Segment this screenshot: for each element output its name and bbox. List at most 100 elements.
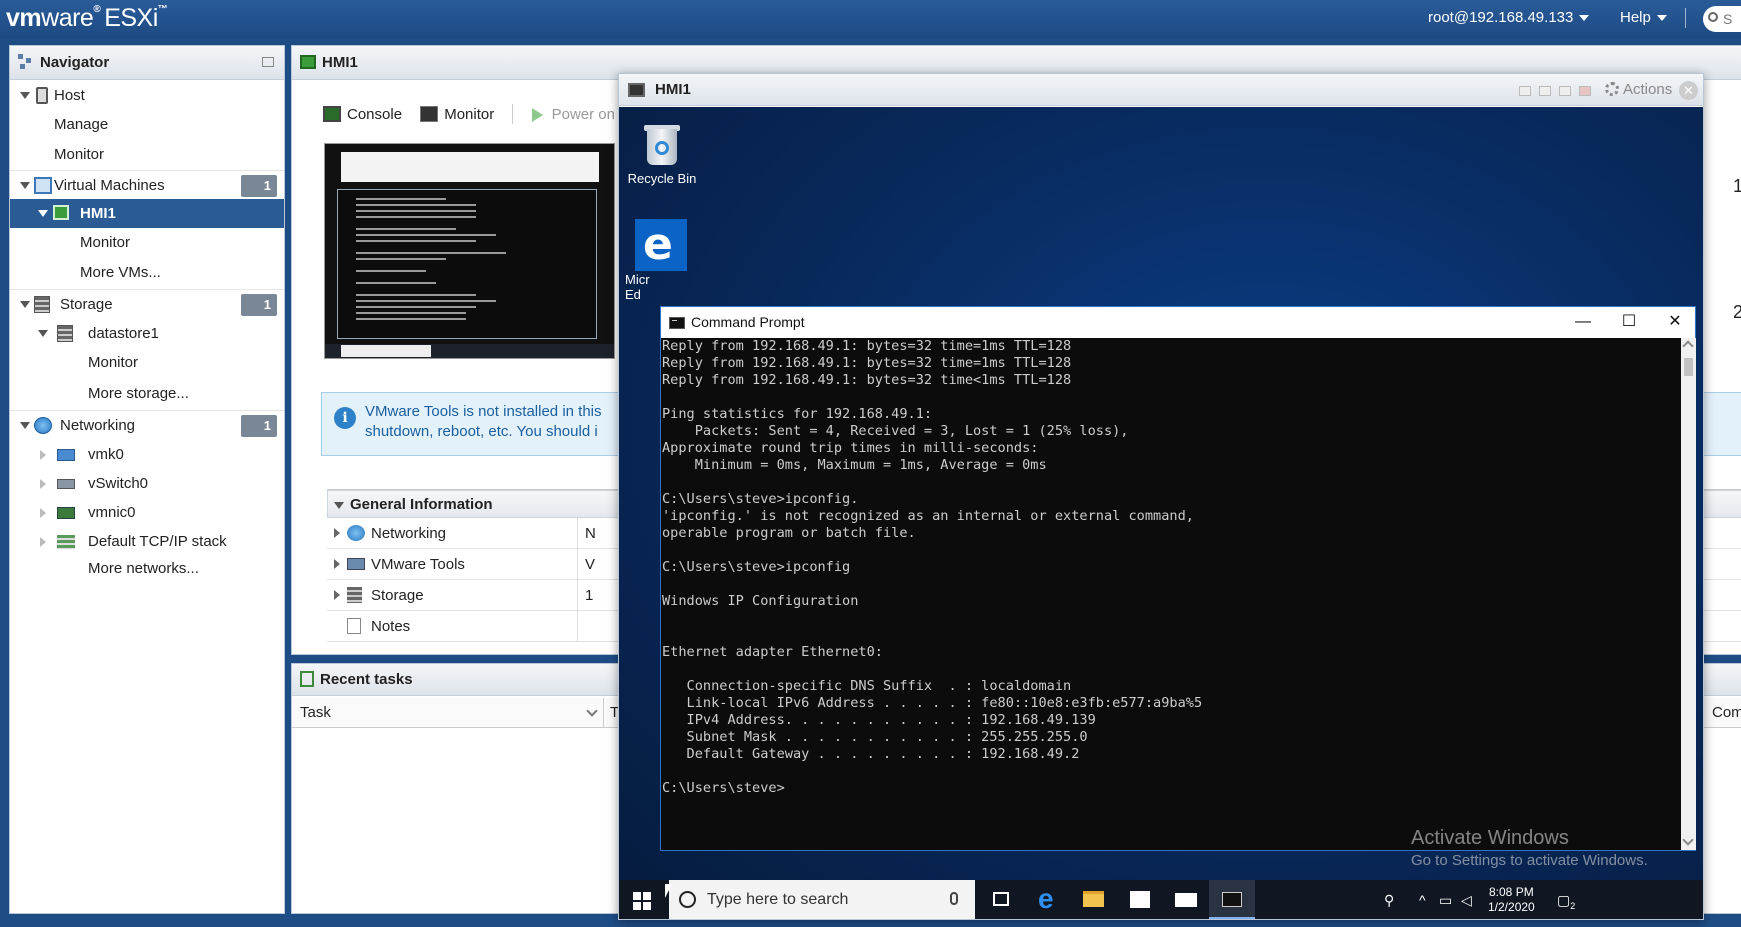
power-on-button[interactable]: Power on <box>531 106 615 123</box>
nav-host-manage[interactable]: Manage <box>10 110 284 139</box>
cmd-titlebar[interactable]: Command Prompt — ☐ ✕ <box>661 307 1695 338</box>
tcpip-stack-icon <box>57 535 75 549</box>
keyboard-layout-icon[interactable] <box>1579 86 1591 96</box>
nav-vswitch0[interactable]: vSwitch0 <box>10 469 284 498</box>
nav-vm-hmi1[interactable]: HMI1 <box>10 199 284 228</box>
navigator-header: Navigator <box>10 46 284 80</box>
chevron-down-icon <box>1579 15 1590 22</box>
actions-menu[interactable]: Actions <box>1605 74 1672 106</box>
scroll-up-icon[interactable] <box>1682 340 1694 352</box>
edge-shortcut-icon[interactable]: e <box>635 219 687 271</box>
scroll-thumb[interactable] <box>1684 358 1693 376</box>
microphone-icon[interactable] <box>950 892 958 905</box>
vm-icon <box>34 177 52 194</box>
scroll-down-icon[interactable] <box>1682 834 1694 846</box>
nav-datastore-monitor[interactable]: Monitor <box>10 348 284 377</box>
windows-start-icon[interactable] <box>633 892 651 910</box>
nav-more-networks[interactable]: More networks... <box>10 554 284 583</box>
switch-icon <box>57 479 75 489</box>
nav-vmnic0[interactable]: vmnic0 <box>10 498 284 527</box>
console-titlebar[interactable]: HMI1 Actions ✕ <box>619 74 1703 106</box>
nav-vm-monitor[interactable]: Monitor <box>10 228 284 257</box>
thumbnail-cmd <box>337 189 597 339</box>
collapse-icon[interactable] <box>262 57 274 67</box>
nav-networking[interactable]: Networking 1 <box>10 410 284 439</box>
fit-window-icon[interactable] <box>1519 86 1531 96</box>
nav-host[interactable]: Host <box>10 81 284 110</box>
nav-host-monitor[interactable]: Monitor <box>10 140 284 169</box>
storage-icon <box>34 296 50 313</box>
help-menu[interactable]: Help <box>1620 9 1667 26</box>
expand-icon[interactable] <box>20 422 30 429</box>
people-icon[interactable]: ⚲ <box>1384 892 1394 909</box>
recycle-bin-shortcut[interactable]: Recycle Bin <box>619 115 705 187</box>
toolbar-divider <box>512 104 514 124</box>
network-icon[interactable]: ▭ <box>1439 892 1452 909</box>
expand-icon[interactable] <box>40 479 46 489</box>
search-icon <box>679 891 696 908</box>
nav-vmk0[interactable]: vmk0 <box>10 440 284 469</box>
networking-count-badge: 1 <box>241 415 277 437</box>
search-icon <box>1708 12 1718 22</box>
tasks-icon <box>300 671 314 687</box>
vmkernel-nic-icon <box>57 449 75 461</box>
search-input[interactable]: S <box>1703 6 1741 32</box>
chevron-down-icon[interactable] <box>586 705 598 717</box>
monitor-button[interactable]: Monitor <box>420 105 494 123</box>
column-task[interactable]: Task <box>300 704 331 721</box>
file-explorer-icon[interactable] <box>1071 880 1117 919</box>
nav-more-storage[interactable]: More storage... <box>10 379 284 408</box>
restore-icon[interactable] <box>1539 86 1551 96</box>
maximize-button[interactable]: ☐ <box>1606 307 1652 338</box>
store-icon[interactable] <box>1117 880 1163 919</box>
vm-console-window: HMI1 Actions ✕ Recycle Bin e Micr Ed Com… <box>618 73 1704 920</box>
chevron-up-icon[interactable]: ^ <box>1419 892 1426 908</box>
vm-toolbar: Console Monitor Power on <box>323 104 629 124</box>
collapse-icon[interactable] <box>334 502 344 509</box>
expand-icon[interactable] <box>40 450 46 460</box>
edge-browser-icon[interactable]: e <box>1025 880 1071 919</box>
expand-icon[interactable] <box>40 508 46 518</box>
expand-icon[interactable] <box>38 210 48 217</box>
vmware-esxi-logo: vmware® ESXi™ <box>6 4 168 32</box>
expand-icon[interactable] <box>20 182 30 189</box>
console-icon <box>628 83 645 97</box>
nav-more-vms[interactable]: More VMs... <box>10 258 284 287</box>
minimize-button[interactable]: — <box>1560 307 1606 338</box>
navigator-icon <box>18 54 34 70</box>
task-view-icon[interactable] <box>979 880 1025 919</box>
expand-icon[interactable] <box>40 537 46 547</box>
storage-icon <box>347 587 362 603</box>
volume-muted-icon[interactable]: ◁ <box>1461 892 1472 909</box>
console-button[interactable]: Console <box>323 105 402 123</box>
nav-tcpip-stack[interactable]: Default TCP/IP stack <box>10 527 284 556</box>
nav-datastore1[interactable]: datastore1 <box>10 319 284 348</box>
expand-icon[interactable] <box>334 590 340 600</box>
nav-storage[interactable]: Storage 1 <box>10 289 284 318</box>
column-completed[interactable]: Com <box>1712 698 1741 728</box>
nav-virtual-machines[interactable]: Virtual Machines 1 <box>10 170 284 199</box>
expand-icon[interactable] <box>334 559 340 569</box>
taskbar-search-input[interactable]: Type here to search <box>669 880 975 919</box>
expand-icon[interactable] <box>20 92 30 99</box>
mail-icon[interactable] <box>1163 880 1209 919</box>
edge-value: 2 <box>1733 302 1741 322</box>
console-icon <box>323 105 341 122</box>
command-prompt-taskbar-icon[interactable] <box>1209 880 1255 919</box>
cmd-output[interactable]: Reply from 192.168.49.1: bytes=32 time=1… <box>661 338 1681 850</box>
expand-icon[interactable] <box>38 330 48 337</box>
host-icon <box>36 87 48 104</box>
windows-taskbar: Type here to search e ⚲ ^ ▭ ◁ 8:08 PM 1/… <box>619 880 1703 919</box>
close-button[interactable]: ✕ <box>1652 307 1698 338</box>
expand-icon[interactable] <box>20 301 30 308</box>
fullscreen-icon[interactable] <box>1559 86 1571 96</box>
notifications-icon[interactable]: ▢2 <box>1557 892 1575 911</box>
edge-shortcut-label: Micr Ed <box>625 272 650 302</box>
user-menu[interactable]: root@192.168.49.133 <box>1428 9 1590 26</box>
expand-icon[interactable] <box>334 528 340 538</box>
cmd-scrollbar[interactable] <box>1681 338 1696 850</box>
taskbar-clock[interactable]: 8:08 PM 1/2/2020 <box>1488 885 1535 915</box>
close-icon[interactable]: ✕ <box>1679 81 1698 100</box>
console-thumbnail[interactable] <box>324 143 615 359</box>
vmware-tools-icon <box>347 558 365 570</box>
